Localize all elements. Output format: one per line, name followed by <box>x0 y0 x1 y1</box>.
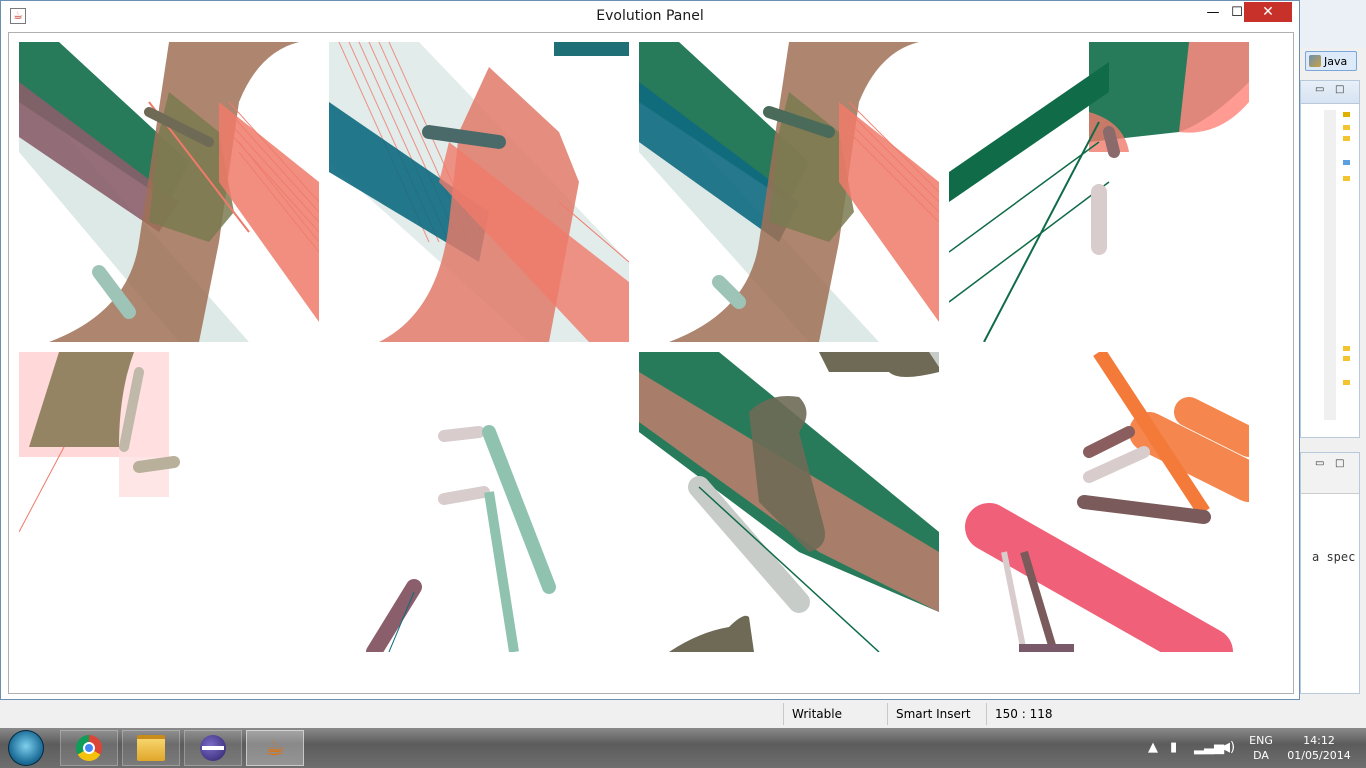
minimize-view-icon[interactable]: ▭ <box>1315 458 1324 469</box>
maximize-view-icon[interactable]: □ <box>1335 458 1344 469</box>
title-bar[interactable]: ☕ Evolution Panel — ☐ ✕ <box>1 1 1299 31</box>
chrome-icon <box>76 735 102 761</box>
java-perspective-icon <box>1309 55 1321 67</box>
console-view: ▭ □ <box>1300 452 1360 694</box>
marker-icon <box>1343 346 1350 351</box>
file-explorer-icon <box>137 735 165 761</box>
clock-time: 14:12 <box>1303 734 1335 747</box>
evolution-tile-3 <box>639 42 939 342</box>
language-code: ENG <box>1249 734 1273 747</box>
evolution-tile-5 <box>19 352 319 652</box>
system-clock[interactable]: 14:12 01/05/2014 <box>1284 733 1354 763</box>
marker-icon <box>1343 136 1350 141</box>
evolution-canvas <box>8 32 1294 694</box>
marker-icon <box>1343 380 1350 385</box>
taskbar-eclipse[interactable] <box>184 730 242 766</box>
java-icon: ☕ <box>265 735 285 761</box>
volume-icon[interactable]: ◀) <box>1220 740 1235 755</box>
java-perspective-label: Java <box>1324 54 1348 68</box>
marker-icon <box>1343 125 1350 130</box>
taskbar-chrome[interactable] <box>60 730 118 766</box>
status-insert-mode: Smart Insert <box>887 703 986 725</box>
evolution-panel-window: ☕ Evolution Panel — ☐ ✕ <box>0 0 1300 700</box>
maximize-view-icon[interactable]: □ <box>1335 84 1344 95</box>
status-writable: Writable <box>783 703 887 725</box>
evolution-tile-6 <box>329 352 629 652</box>
clock-date: 01/05/2014 <box>1287 749 1351 762</box>
minimize-view-icon[interactable]: ▭ <box>1315 84 1324 95</box>
start-button[interactable] <box>8 730 44 766</box>
input-language[interactable]: ENG DA <box>1248 733 1274 763</box>
outline-scrollbar[interactable] <box>1324 110 1336 420</box>
evolution-tile-7 <box>639 352 939 652</box>
minimize-button[interactable]: — <box>1200 2 1226 22</box>
window-title: Evolution Panel <box>596 8 704 24</box>
eclipse-icon <box>200 735 226 761</box>
outline-view-header: ▭ □ <box>1301 81 1359 104</box>
evolution-tile-4 <box>949 42 1249 342</box>
taskbar-java[interactable]: ☕ <box>246 730 304 766</box>
evolution-tile-2 <box>329 42 629 342</box>
console-view-header: ▭ □ <box>1301 453 1359 494</box>
keyboard-layout: DA <box>1253 749 1269 762</box>
taskbar: ☕ ▲ ▮ ▂▃▅ ◀) ENG DA 14:12 01/05/2014 <box>0 728 1366 768</box>
close-button[interactable]: ✕ <box>1244 2 1292 22</box>
marker-icon <box>1343 160 1350 165</box>
status-cursor-position: 150 : 118 <box>986 703 1080 725</box>
status-bar: Writable Smart Insert 150 : 118 <box>0 700 1366 728</box>
eclipse-toolbar <box>1298 0 1366 48</box>
marker-icon <box>1343 356 1350 361</box>
marker-icon <box>1343 176 1350 181</box>
evolution-tile-1 <box>19 42 319 342</box>
console-text: a spec <box>1312 550 1356 564</box>
evolution-tile-8 <box>949 352 1249 652</box>
taskbar-file-explorer[interactable] <box>122 730 180 766</box>
show-hidden-icons-icon[interactable]: ▲ <box>1148 740 1158 755</box>
java-perspective-button[interactable]: Java <box>1305 51 1357 71</box>
battery-icon[interactable]: ▮ <box>1170 740 1177 755</box>
marker-icon <box>1343 112 1350 117</box>
